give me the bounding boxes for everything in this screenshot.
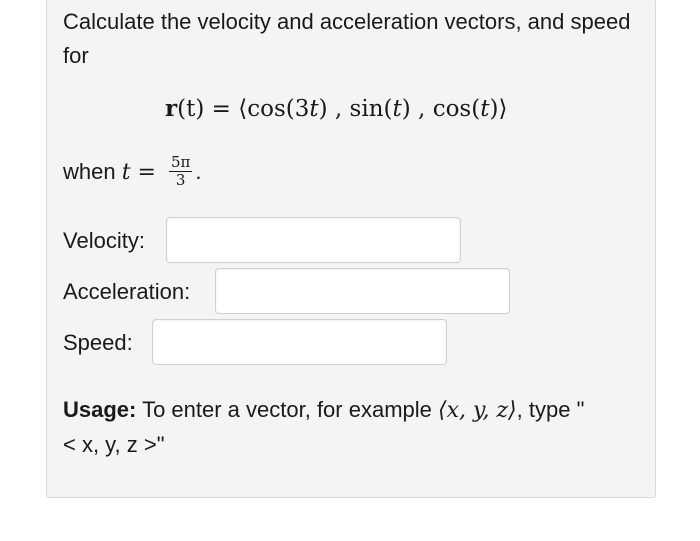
fraction: 5π 3: [168, 152, 193, 189]
evaluation-point: when t = 5π 3.: [63, 152, 202, 189]
vector-function-equation: r(t) = ⟨cos(3t) , sin(t) , cos(t)⟩: [165, 95, 508, 122]
equation-function-name: r: [165, 95, 178, 122]
velocity-input[interactable]: [166, 217, 461, 263]
question-intro: Calculate the velocity and acceleration …: [63, 9, 631, 68]
usage-heading: Usage:: [63, 397, 137, 422]
acceleration-label: Acceleration:: [63, 279, 191, 304]
velocity-label: Velocity:: [63, 228, 145, 253]
acceleration-input[interactable]: [215, 268, 510, 314]
vector-example: ⟨x, y, z⟩: [438, 398, 517, 423]
vector-format: < x, y, z >: [63, 432, 157, 457]
speed-input[interactable]: [152, 319, 447, 365]
usage-hint: Usage: To enter a vector, for example ⟨x…: [63, 397, 585, 457]
speed-label: Speed:: [63, 330, 133, 355]
